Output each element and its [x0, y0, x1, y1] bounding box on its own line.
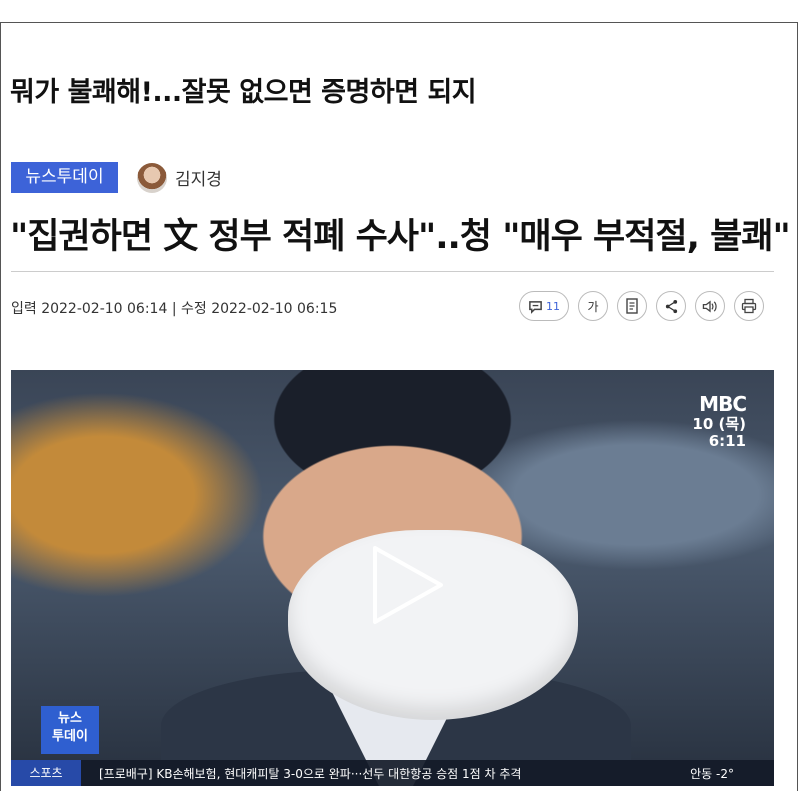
- font-size-button[interactable]: 가: [578, 291, 608, 321]
- font-size-icon: 가: [587, 299, 599, 314]
- program-logo: 뉴스 투데이: [41, 706, 99, 754]
- program-logo-line2: 투데이: [52, 729, 88, 744]
- article-tools: 11 가: [519, 291, 764, 321]
- share-icon: [665, 299, 677, 313]
- ticker-weather: 안동 -2°: [690, 766, 734, 781]
- ticker-category: 스포츠: [11, 760, 81, 786]
- speaker-icon: [702, 300, 717, 312]
- author[interactable]: 김지경: [137, 162, 222, 193]
- play-icon[interactable]: [361, 540, 451, 630]
- section-badge[interactable]: 뉴스투데이: [11, 162, 118, 193]
- broadcast-date: 10 (목): [692, 415, 746, 433]
- video-player[interactable]: MBC 10 (목) 6:11 뉴스 투데이 스포츠 [프로배구] KB손해보험…: [11, 370, 774, 786]
- broadcaster-logo: MBC: [699, 392, 747, 416]
- article-dates: 입력 2022-02-10 06:14 | 수정 2022-02-10 06:1…: [11, 301, 338, 317]
- comment-button[interactable]: 11: [519, 291, 569, 321]
- share-button[interactable]: [656, 291, 686, 321]
- top-headline[interactable]: 뭐가 불쾌해!...잘못 없으면 증명하면 되지: [10, 70, 477, 109]
- document-button[interactable]: [617, 291, 647, 321]
- author-avatar: [137, 162, 167, 193]
- speaker-button[interactable]: [695, 291, 725, 321]
- news-ticker: 스포츠 [프로배구] KB손해보험, 현대캐피탈 3-0으로 완파···선두 대…: [11, 760, 774, 786]
- broadcast-time: 6:11: [708, 432, 746, 450]
- print-button[interactable]: [734, 291, 764, 321]
- author-name[interactable]: 김지경: [175, 165, 222, 190]
- print-icon: [741, 298, 757, 314]
- comment-icon: [529, 300, 542, 314]
- broadcaster-overlay: MBC 10 (목) 6:11: [692, 392, 747, 450]
- document-icon: [626, 298, 638, 314]
- article-title: "집권하면 文 정부 적폐 수사"..청 "매우 부적절, 불쾌": [10, 217, 791, 257]
- comment-count: 11: [546, 299, 560, 313]
- ticker-text: [프로배구] KB손해보험, 현대캐피탈 3-0으로 완파···선두 대한항공 …: [99, 766, 522, 781]
- program-logo-line1: 뉴스: [58, 711, 82, 726]
- title-divider: [11, 271, 774, 272]
